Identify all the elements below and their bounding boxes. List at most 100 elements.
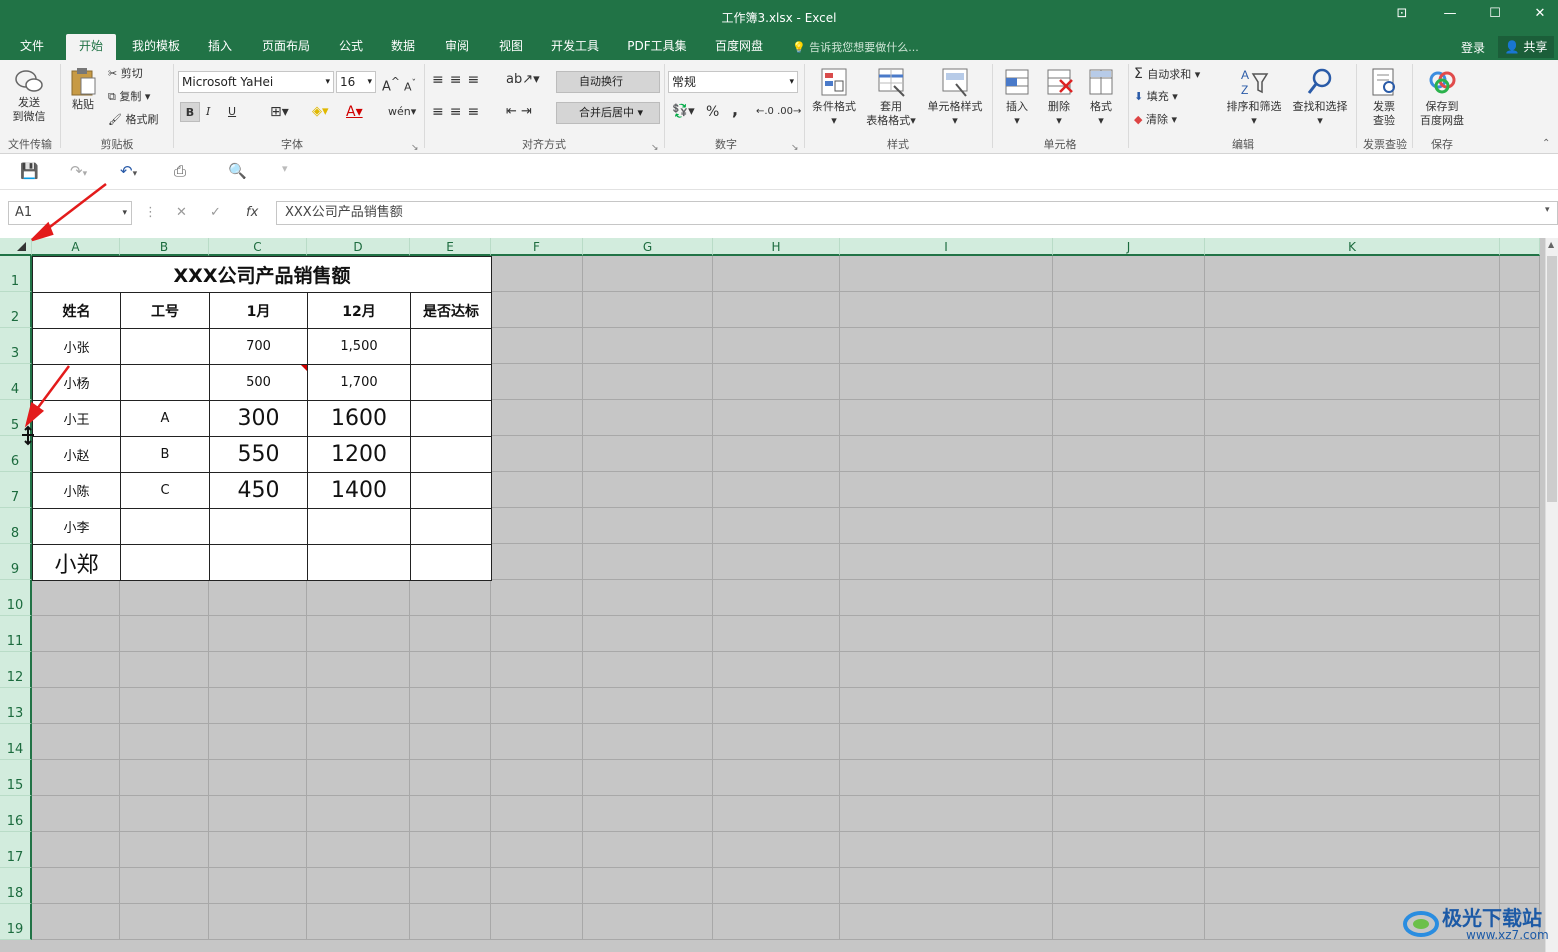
table-title[interactable]: XXX公司产品销售额	[32, 256, 492, 293]
cell[interactable]	[713, 760, 840, 796]
table-data-cell[interactable]	[307, 544, 411, 581]
cell[interactable]	[840, 724, 1053, 760]
cell[interactable]	[1500, 868, 1540, 904]
cell[interactable]	[713, 868, 840, 904]
cell[interactable]	[410, 796, 491, 832]
cell[interactable]	[583, 472, 713, 508]
cell[interactable]	[713, 688, 840, 724]
invoice-check-button[interactable]: 发票 查验	[1362, 66, 1406, 128]
cell[interactable]	[491, 400, 583, 436]
cell[interactable]	[583, 652, 713, 688]
cell[interactable]	[713, 544, 840, 580]
row-header[interactable]: 1	[0, 256, 32, 292]
tell-me-search[interactable]: 💡 告诉我您想要做什么...	[792, 39, 919, 55]
tab-baidu-netdisk[interactable]: 百度网盘	[706, 34, 772, 60]
redo-icon[interactable]: ↷▾	[70, 162, 87, 180]
cell[interactable]	[1053, 436, 1205, 472]
cell[interactable]	[1053, 292, 1205, 328]
cell[interactable]	[1500, 796, 1540, 832]
formula-input[interactable]: XXX公司产品销售额	[276, 201, 1558, 225]
number-format-select[interactable]: 常规 ▾	[668, 71, 798, 93]
cell[interactable]	[1053, 508, 1205, 544]
tab-my-templates[interactable]: 我的模板	[126, 34, 186, 60]
cell[interactable]	[840, 472, 1053, 508]
delete-cells-button[interactable]: 删除 ▾	[1038, 66, 1080, 128]
cell[interactable]	[491, 364, 583, 400]
cell[interactable]	[583, 904, 713, 940]
cell[interactable]	[840, 436, 1053, 472]
cell[interactable]	[120, 868, 209, 904]
table-header-cell[interactable]: 姓名	[32, 292, 121, 329]
column-header[interactable]: E	[410, 238, 491, 256]
cell[interactable]	[1500, 328, 1540, 364]
column-header[interactable]: I	[840, 238, 1053, 256]
cell[interactable]	[583, 256, 713, 292]
column-header[interactable]: H	[713, 238, 840, 256]
print-preview-icon[interactable]: ⎙	[174, 162, 186, 180]
cell[interactable]	[491, 292, 583, 328]
cell[interactable]	[1205, 544, 1500, 580]
row-header[interactable]: 2	[0, 292, 32, 328]
insert-cells-button[interactable]: 插入 ▾	[996, 66, 1038, 128]
table-data-cell[interactable]	[410, 508, 492, 545]
cell[interactable]	[713, 508, 840, 544]
cell[interactable]	[1205, 292, 1500, 328]
cell[interactable]	[840, 832, 1053, 868]
row-header[interactable]: 13	[0, 688, 32, 724]
expand-formula-icon[interactable]: ▾	[1545, 205, 1550, 215]
font-name-select[interactable]: Microsoft YaHei ▾	[178, 71, 334, 93]
cell[interactable]	[120, 904, 209, 940]
table-header-cell[interactable]: 工号	[120, 292, 210, 329]
cell[interactable]	[1205, 652, 1500, 688]
cell[interactable]	[713, 580, 840, 616]
bold-button[interactable]: B	[180, 102, 200, 122]
row-header[interactable]: 18	[0, 868, 32, 904]
cell[interactable]	[713, 292, 840, 328]
cell[interactable]	[410, 832, 491, 868]
cell[interactable]	[583, 580, 713, 616]
cell[interactable]	[32, 904, 120, 940]
table-data-cell[interactable]	[120, 544, 210, 581]
table-data-cell[interactable]: 小李	[32, 508, 121, 545]
cell[interactable]	[491, 544, 583, 580]
table-data-cell[interactable]: 450	[209, 472, 308, 509]
cell[interactable]	[120, 652, 209, 688]
table-data-cell[interactable]: 550	[209, 436, 308, 473]
cell[interactable]	[840, 400, 1053, 436]
phonetic-icon[interactable]: wén▾	[388, 102, 416, 122]
borders-icon[interactable]: ⊞▾	[270, 102, 289, 122]
row-header[interactable]: 14	[0, 724, 32, 760]
row-header[interactable]: 12	[0, 652, 32, 688]
cell[interactable]	[1053, 364, 1205, 400]
cell[interactable]	[713, 832, 840, 868]
row-header[interactable]: 6	[0, 436, 32, 472]
close-icon[interactable]: ✕	[1530, 6, 1550, 26]
cell[interactable]	[1205, 760, 1500, 796]
cell[interactable]	[491, 760, 583, 796]
cell[interactable]	[1205, 832, 1500, 868]
tab-formulas[interactable]: 公式	[330, 34, 372, 60]
row-header[interactable]: 11	[0, 616, 32, 652]
table-data-cell[interactable]: 300	[209, 400, 308, 437]
italic-button[interactable]: I	[206, 102, 210, 122]
cell[interactable]	[583, 796, 713, 832]
cell[interactable]	[583, 724, 713, 760]
table-data-cell[interactable]: 小杨	[32, 364, 121, 401]
cell[interactable]	[120, 760, 209, 796]
cell-styles-button[interactable]: 单元格样式 ▾	[922, 66, 988, 128]
cell[interactable]	[840, 292, 1053, 328]
scroll-thumb[interactable]	[1547, 256, 1557, 502]
cell[interactable]	[583, 508, 713, 544]
column-header[interactable]: J	[1053, 238, 1205, 256]
minimize-icon[interactable]: —	[1440, 6, 1460, 26]
cell[interactable]	[713, 724, 840, 760]
cell[interactable]	[209, 652, 307, 688]
cell[interactable]	[713, 616, 840, 652]
conditional-format-button[interactable]: 条件格式 ▾	[806, 66, 862, 128]
row-header[interactable]: 8	[0, 508, 32, 544]
row-header[interactable]: 15	[0, 760, 32, 796]
cell[interactable]	[840, 652, 1053, 688]
table-data-cell[interactable]: 小陈	[32, 472, 121, 509]
cell[interactable]	[1053, 328, 1205, 364]
cell[interactable]	[1205, 436, 1500, 472]
